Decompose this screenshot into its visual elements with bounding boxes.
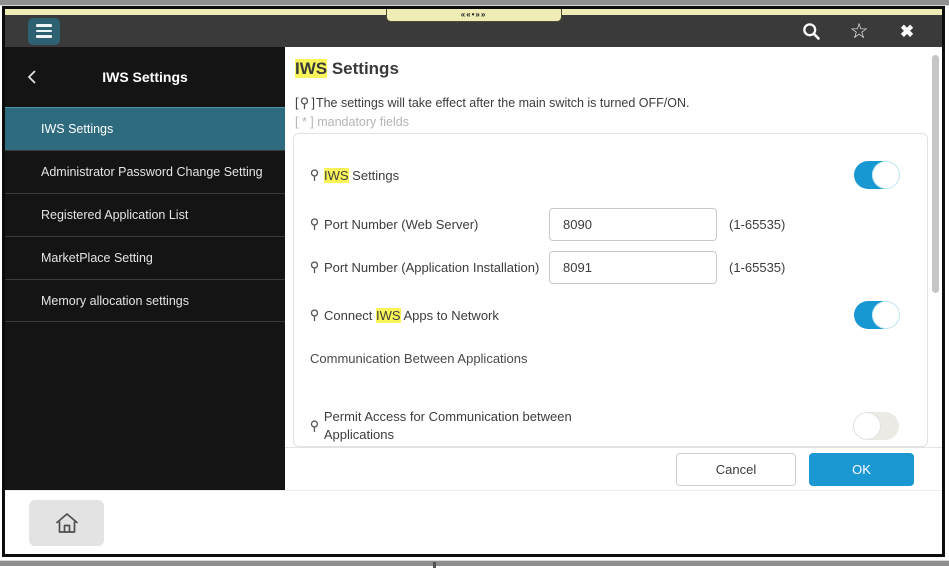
iws-settings-row: IWS Settings <box>294 148 927 202</box>
ok-button[interactable]: OK <box>809 453 914 486</box>
sidebar-item-marketplace[interactable]: MarketPlace Setting <box>5 236 285 279</box>
topbar-actions: ☆ ✖ <box>800 20 918 42</box>
sidebar-title: IWS Settings <box>102 69 188 85</box>
search-icon[interactable] <box>800 20 822 42</box>
port-web-row: Port Number (Web Server) (1-65535) <box>294 202 927 246</box>
main-power-symbol-icon <box>310 169 319 182</box>
port-install-label: Port Number (Application Installation) <box>310 260 549 275</box>
port-install-row: Port Number (Application Installation) (… <box>294 246 927 288</box>
port-web-range: (1-65535) <box>729 217 785 232</box>
screen: ««•»» ☆ ✖ <box>0 0 949 569</box>
capture-strip: ««•»» <box>5 9 942 15</box>
settings-panel: IWS Settings [ ] The settings will take … <box>285 47 942 490</box>
port-install-range: (1-65535) <box>729 260 785 275</box>
port-web-input[interactable] <box>549 208 717 241</box>
iws-settings-toggle[interactable] <box>854 161 899 189</box>
cursor-artifact <box>433 562 436 568</box>
connect-network-label: Connect IWS Apps to Network <box>310 308 499 323</box>
content-area: IWS Settings IWS Settings Administrator … <box>5 47 942 490</box>
effect-note: [ ] The settings will take effect after … <box>295 96 690 110</box>
hamburger-icon <box>36 24 52 26</box>
dialog-footer: Cancel OK <box>285 447 942 490</box>
favorite-star-icon[interactable]: ☆ <box>848 20 870 42</box>
permit-access-toggle[interactable] <box>854 412 899 440</box>
device-bottom-bar <box>5 490 942 554</box>
settings-sidebar: IWS Settings IWS Settings Administrator … <box>5 47 285 490</box>
settings-card: IWS Settings Port Number (Web Se <box>293 133 928 447</box>
connect-network-row: Connect IWS Apps to Network <box>294 288 927 342</box>
main-power-symbol-icon <box>310 218 319 231</box>
main-power-symbol-icon <box>310 261 319 274</box>
main-power-symbol-icon <box>310 420 319 433</box>
mandatory-note: [ * ] mandatory fields <box>295 115 409 129</box>
window-frame-bottom <box>0 560 949 566</box>
sidebar-header: IWS Settings <box>5 47 285 107</box>
capture-handle: ««•»» <box>386 9 562 22</box>
app-window: ««•»» ☆ ✖ <box>2 6 945 557</box>
chevron-left-icon <box>26 69 38 85</box>
sidebar-item-registered-apps[interactable]: Registered Application List <box>5 193 285 236</box>
port-web-label: Port Number (Web Server) <box>310 217 549 232</box>
port-install-input[interactable] <box>549 251 717 284</box>
iws-settings-label: IWS Settings <box>310 168 399 183</box>
sidebar-item-iws-settings[interactable]: IWS Settings <box>5 107 285 150</box>
main-power-symbol-icon <box>300 97 309 110</box>
permit-access-row: Permit Access for Communication between … <box>294 408 927 444</box>
connect-network-toggle[interactable] <box>854 301 899 329</box>
main-power-symbol-icon <box>310 309 319 322</box>
home-button[interactable] <box>29 500 104 546</box>
scrollbar-thumb[interactable] <box>932 55 939 293</box>
cancel-button[interactable]: Cancel <box>676 453 796 486</box>
home-icon <box>54 511 80 535</box>
section-header-communication: Communication Between Applications <box>294 342 927 374</box>
close-icon[interactable]: ✖ <box>896 20 918 42</box>
sidebar-item-admin-password[interactable]: Administrator Password Change Setting <box>5 150 285 193</box>
sidebar-item-memory-allocation[interactable]: Memory allocation settings <box>5 279 285 322</box>
back-button[interactable] <box>23 68 41 86</box>
permit-access-label: Permit Access for Communication between … <box>310 408 640 444</box>
menu-button[interactable] <box>28 18 60 45</box>
page-title: IWS Settings <box>295 59 399 79</box>
